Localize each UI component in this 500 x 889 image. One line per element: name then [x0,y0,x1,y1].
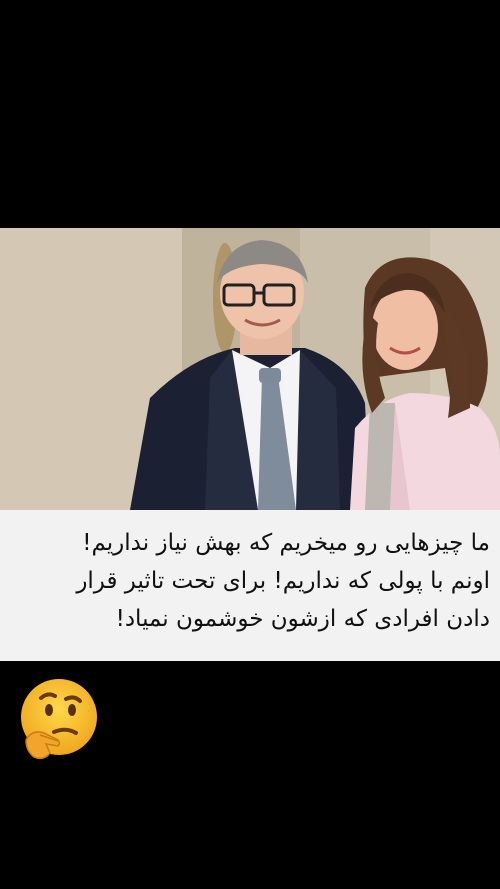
caption-line-1: ما چیزهایی رو میخریم که بهش نیاز نداریم! [82,530,490,556]
thinking-face-icon [14,677,100,763]
caption-line-3: دادن افرادی که ازشون خوشمون نمیاد! [115,606,490,632]
caption-line-2: اونم با پولی که نداریم! برای تحت تاثیر ق… [76,568,490,594]
post-caption: ما چیزهایی رو میخریم که بهش نیاز نداریم!… [0,510,500,661]
post-photo [0,228,500,510]
